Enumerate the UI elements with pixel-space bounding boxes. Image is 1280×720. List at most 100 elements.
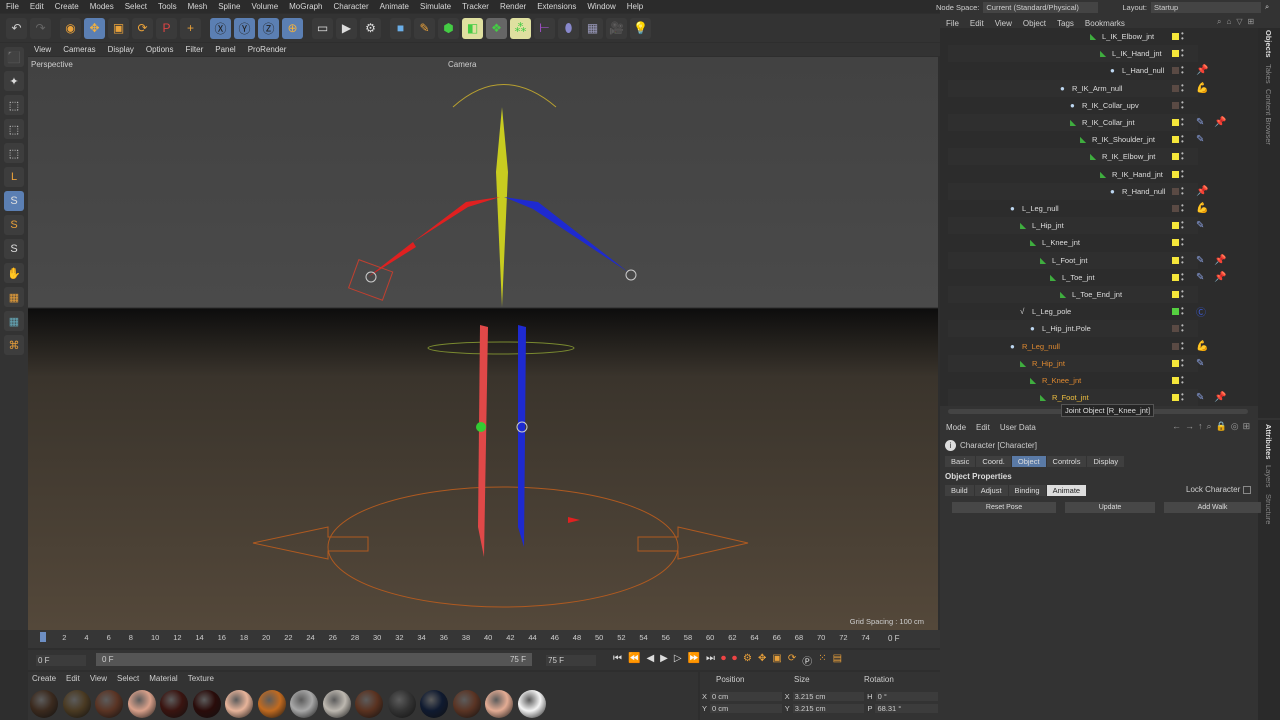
attr-menu-user-data[interactable]: User Data <box>1000 423 1036 432</box>
viewport-menu-filter[interactable]: Filter <box>185 45 203 54</box>
solo-icon[interactable]: S <box>4 239 24 259</box>
material-menu-view[interactable]: View <box>90 674 107 683</box>
grid-icon[interactable]: ▦ <box>4 287 24 307</box>
menu-select[interactable]: Select <box>125 2 147 11</box>
visibility-dots[interactable]: • • <box>1181 305 1184 318</box>
tag-pin-icon[interactable]: 📌 <box>1214 272 1226 283</box>
material-swatch[interactable] <box>192 690 221 718</box>
go-end-icon[interactable]: ⏭ <box>706 653 715 668</box>
visibility-dots[interactable]: • • <box>1181 322 1184 335</box>
forward-icon[interactable]: → <box>1185 421 1194 432</box>
add-walk-button[interactable]: Add Walk <box>1164 502 1261 513</box>
visibility-dots[interactable]: • • <box>1181 374 1184 387</box>
tree-row[interactable]: √ L_Leg_pole • • Ⓒ <box>948 303 1206 320</box>
workplane-icon[interactable]: ▦ <box>4 311 24 331</box>
tag-pin-icon[interactable]: 📌 <box>1214 117 1226 128</box>
layer-color-swatch[interactable] <box>1172 239 1179 247</box>
scale-tool-icon[interactable]: ▣ <box>108 17 129 39</box>
menu-modes[interactable]: Modes <box>90 2 114 11</box>
render-view-icon[interactable]: ▭ <box>312 17 333 39</box>
menu-animate[interactable]: Animate <box>380 2 409 11</box>
layer-color-swatch[interactable] <box>1172 394 1179 402</box>
menu-character[interactable]: Character <box>334 2 369 11</box>
floor-icon[interactable]: ▦ <box>582 17 603 39</box>
menu-mesh[interactable]: Mesh <box>188 2 208 11</box>
next-frame-icon[interactable]: ▷ <box>674 653 682 668</box>
material-swatch[interactable] <box>257 690 286 718</box>
tree-row[interactable]: ● R_Hand_null • • 📌 <box>948 182 1208 200</box>
visibility-dots[interactable]: • • <box>1181 236 1184 249</box>
layer-color-swatch[interactable] <box>1172 50 1179 58</box>
menu-spline[interactable]: Spline <box>218 2 240 11</box>
visibility-dots[interactable]: • • <box>1181 150 1184 163</box>
tree-row[interactable]: ◣ R_IK_Hand_jnt • • <box>948 166 1198 183</box>
material-swatch[interactable] <box>517 690 546 718</box>
timeline-ruler[interactable]: 0246810121416182022242628303234363840424… <box>28 630 940 648</box>
layer-color-swatch[interactable] <box>1172 84 1179 92</box>
om-menu-bookmarks[interactable]: Bookmarks <box>1085 19 1125 28</box>
tree-row[interactable]: ◣ R_Knee_jnt • • <box>948 372 1198 389</box>
play-icon[interactable]: ▶ <box>660 653 668 668</box>
subdivision-icon[interactable]: ⬢ <box>438 17 459 39</box>
material-swatch[interactable] <box>160 690 188 718</box>
tree-row[interactable]: ◣ R_IK_Elbow_jnt • • <box>948 148 1198 166</box>
key-param-icon[interactable]: Ⓟ <box>802 653 812 668</box>
snap-icon[interactable]: S <box>4 191 24 211</box>
tag-weight-icon[interactable]: ✎ <box>1196 392 1204 403</box>
menu-tracker[interactable]: Tracker <box>462 2 489 11</box>
viewport[interactable]: Perspective Camera Grid Spacing : 100 cm <box>28 57 938 630</box>
lock-icon[interactable]: 🔒 <box>1216 421 1227 432</box>
visibility-dots[interactable]: • • <box>1181 81 1184 94</box>
subtab-animate[interactable]: Animate <box>1046 485 1087 496</box>
visibility-dots[interactable]: • • <box>1181 391 1184 404</box>
material-swatch[interactable] <box>485 690 513 718</box>
rot-field[interactable]: 68.31 ° <box>875 704 938 713</box>
material-swatch[interactable] <box>95 690 123 718</box>
material-swatch[interactable] <box>30 690 58 718</box>
pen-icon[interactable]: ✎ <box>414 17 435 39</box>
material-menu-material[interactable]: Material <box>149 674 177 683</box>
material-swatch[interactable] <box>387 690 416 718</box>
attr-tab-controls[interactable]: Controls <box>1046 456 1087 467</box>
tab-attributes[interactable]: Attributes <box>1264 424 1273 459</box>
move-tool-icon[interactable]: ✥ <box>84 17 105 39</box>
axis-tool-icon[interactable]: + <box>180 17 201 39</box>
texture-mode-icon[interactable]: ✦ <box>4 71 24 91</box>
tag-weight-icon[interactable]: ✎ <box>1196 220 1204 231</box>
frame-range-slider[interactable]: 0 F 75 F <box>96 653 532 666</box>
layer-color-swatch[interactable] <box>1172 187 1179 195</box>
array-icon[interactable]: ⁂ <box>510 17 531 39</box>
key-pla-icon[interactable]: ⁙ <box>818 653 826 668</box>
tree-row[interactable]: ◣ L_Hip_jnt • • ✎ <box>948 217 1204 235</box>
up-icon[interactable]: ↑ <box>1198 421 1203 432</box>
tag-arm-blue-icon[interactable]: 💪 <box>1196 203 1208 214</box>
deformer-icon[interactable]: ⊢ <box>534 17 555 39</box>
camera-icon[interactable]: 🎥 <box>606 17 627 39</box>
paint-icon[interactable]: ⌘ <box>4 335 24 355</box>
light-icon[interactable]: 💡 <box>630 17 651 39</box>
tab-structure[interactable]: Structure <box>1264 494 1273 524</box>
back-icon[interactable]: ← <box>1172 421 1181 432</box>
menu-simulate[interactable]: Simulate <box>420 2 451 11</box>
visibility-dots[interactable]: • • <box>1181 116 1184 129</box>
material-swatch[interactable] <box>355 690 383 718</box>
om-search-icon[interactable]: ⌕ <box>1217 17 1221 27</box>
model-mode-icon[interactable]: ⬛ <box>4 47 24 67</box>
visibility-dots[interactable]: • • <box>1181 339 1184 352</box>
tag-arm-red-icon[interactable]: 💪 <box>1196 83 1208 94</box>
y-axis-icon[interactable]: Ⓨ <box>234 17 255 39</box>
undo-icon[interactable]: ↶ <box>6 17 27 39</box>
tree-row[interactable]: ● L_Hand_null • • 📌 <box>948 62 1208 79</box>
world-coords-icon[interactable]: ⊕ <box>282 17 303 39</box>
tab-takes[interactable]: Takes <box>1264 64 1273 84</box>
visibility-dots[interactable]: • • <box>1181 288 1184 301</box>
visibility-dots[interactable]: • • <box>1181 47 1184 60</box>
visibility-dots[interactable]: • • <box>1181 98 1184 111</box>
visibility-dots[interactable]: • • <box>1181 270 1184 283</box>
psr-icon[interactable]: P <box>156 17 177 39</box>
material-menu-texture[interactable]: Texture <box>188 674 214 683</box>
tag-pin-icon[interactable]: 📌 <box>1196 65 1208 76</box>
tree-row[interactable]: ● R_Leg_null • • 💪 <box>948 338 1208 355</box>
reset-pose-button[interactable]: Reset Pose <box>952 502 1056 513</box>
lock-character-checkbox[interactable] <box>1243 485 1252 494</box>
